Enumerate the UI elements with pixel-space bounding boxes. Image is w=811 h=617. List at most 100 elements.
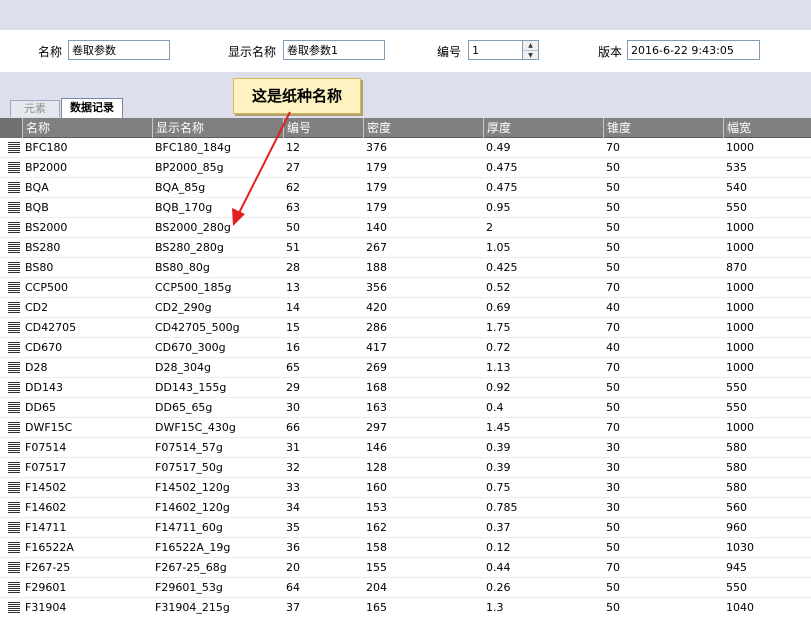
table-cell[interactable]: 204: [366, 578, 387, 598]
table-cell[interactable]: 50: [606, 178, 620, 198]
table-cell[interactable]: 163: [366, 398, 387, 418]
table-cell[interactable]: 179: [366, 158, 387, 178]
table-cell[interactable]: 580: [726, 478, 747, 498]
table-row[interactable]: BS2000 BS2000_280g 50 140 2 50 1000: [0, 218, 811, 238]
table-cell[interactable]: F14602: [25, 498, 66, 518]
table-row[interactable]: BQA BQA_85g 62 179 0.475 50 540: [0, 178, 811, 198]
table-cell[interactable]: 70: [606, 138, 620, 158]
table-cell[interactable]: 35: [286, 518, 300, 538]
table-row[interactable]: F14602 F14602_120g 34 153 0.785 30 560: [0, 498, 811, 518]
table-cell[interactable]: 1000: [726, 238, 754, 258]
table-cell[interactable]: 179: [366, 178, 387, 198]
table-cell[interactable]: 50: [606, 378, 620, 398]
table-row[interactable]: BQB BQB_170g 63 179 0.95 50 550: [0, 198, 811, 218]
table-cell[interactable]: 1000: [726, 358, 754, 378]
table-cell[interactable]: D28: [25, 358, 47, 378]
column-header-number[interactable]: 编号: [283, 118, 363, 138]
table-cell[interactable]: 36: [286, 538, 300, 558]
table-row[interactable]: BS280 BS280_280g 51 267 1.05 50 1000: [0, 238, 811, 258]
table-cell[interactable]: F267-25: [25, 558, 70, 578]
table-cell[interactable]: 376: [366, 138, 387, 158]
table-cell[interactable]: 1.13: [486, 358, 511, 378]
table-cell[interactable]: 29: [286, 378, 300, 398]
table-cell[interactable]: F07517: [25, 458, 66, 478]
number-input[interactable]: [468, 40, 523, 60]
table-cell[interactable]: 40: [606, 338, 620, 358]
table-cell[interactable]: F07514: [25, 438, 66, 458]
table-row[interactable]: F29601 F29601_53g 64 204 0.26 50 550: [0, 578, 811, 598]
table-cell[interactable]: F14711: [25, 518, 66, 538]
table-cell[interactable]: BS2000: [25, 218, 67, 238]
table-cell[interactable]: 0.39: [486, 438, 511, 458]
table-cell[interactable]: 0.95: [486, 198, 511, 218]
table-cell[interactable]: 1000: [726, 278, 754, 298]
table-cell[interactable]: CD2_290g: [155, 298, 212, 318]
table-cell[interactable]: 70: [606, 278, 620, 298]
table-cell[interactable]: BQB: [25, 198, 49, 218]
table-cell[interactable]: 0.785: [486, 498, 518, 518]
table-cell[interactable]: CD42705_500g: [155, 318, 240, 338]
table-cell[interactable]: DD65: [25, 398, 56, 418]
table-cell[interactable]: 1000: [726, 318, 754, 338]
table-cell[interactable]: 30: [606, 458, 620, 478]
table-cell[interactable]: 188: [366, 258, 387, 278]
table-row[interactable]: D28 D28_304g 65 269 1.13 70 1000: [0, 358, 811, 378]
table-cell[interactable]: 50: [606, 518, 620, 538]
table-cell[interactable]: CD670: [25, 338, 62, 358]
table-cell[interactable]: 269: [366, 358, 387, 378]
table-cell[interactable]: 51: [286, 238, 300, 258]
tab-data-records[interactable]: 数据记录: [61, 98, 123, 118]
table-cell[interactable]: F14502_120g: [155, 478, 230, 498]
table-cell[interactable]: 64: [286, 578, 300, 598]
column-header-thickness[interactable]: 厚度: [483, 118, 603, 138]
table-cell[interactable]: 945: [726, 558, 747, 578]
table-cell[interactable]: 550: [726, 198, 747, 218]
table-cell[interactable]: BS80_80g: [155, 258, 210, 278]
table-cell[interactable]: 0.44: [486, 558, 511, 578]
table-cell[interactable]: 50: [606, 578, 620, 598]
table-row[interactable]: F07517 F07517_50g 32 128 0.39 30 580: [0, 458, 811, 478]
table-cell[interactable]: BP2000: [25, 158, 67, 178]
table-cell[interactable]: 1000: [726, 298, 754, 318]
table-cell[interactable]: 140: [366, 218, 387, 238]
table-cell[interactable]: 70: [606, 358, 620, 378]
table-cell[interactable]: 34: [286, 498, 300, 518]
table-cell[interactable]: 146: [366, 438, 387, 458]
table-cell[interactable]: BQB_170g: [155, 198, 212, 218]
table-cell[interactable]: BS2000_280g: [155, 218, 231, 238]
table-cell[interactable]: F31904_215g: [155, 598, 230, 617]
column-header-display-name[interactable]: 显示名称: [152, 118, 283, 138]
table-cell[interactable]: 1040: [726, 598, 754, 617]
table-cell[interactable]: 37: [286, 598, 300, 617]
table-row[interactable]: CCP500 CCP500_185g 13 356 0.52 70 1000: [0, 278, 811, 298]
tab-elements[interactable]: 元素: [10, 100, 60, 117]
table-cell[interactable]: 0.72: [486, 338, 511, 358]
table-cell[interactable]: F31904: [25, 598, 66, 617]
table-cell[interactable]: 50: [606, 218, 620, 238]
table-cell[interactable]: 128: [366, 458, 387, 478]
table-cell[interactable]: 1030: [726, 538, 754, 558]
table-cell[interactable]: F267-25_68g: [155, 558, 227, 578]
table-cell[interactable]: 70: [606, 318, 620, 338]
table-cell[interactable]: 560: [726, 498, 747, 518]
table-cell[interactable]: 1000: [726, 218, 754, 238]
table-cell[interactable]: 580: [726, 438, 747, 458]
table-cell[interactable]: 1000: [726, 138, 754, 158]
table-cell[interactable]: D28_304g: [155, 358, 211, 378]
table-row[interactable]: F267-25 F267-25_68g 20 155 0.44 70 945: [0, 558, 811, 578]
table-cell[interactable]: 267: [366, 238, 387, 258]
table-row[interactable]: BP2000 BP2000_85g 27 179 0.475 50 535: [0, 158, 811, 178]
table-cell[interactable]: 15: [286, 318, 300, 338]
table-cell[interactable]: DWF15C_430g: [155, 418, 236, 438]
table-cell[interactable]: 1.05: [486, 238, 511, 258]
table-cell[interactable]: 0.39: [486, 458, 511, 478]
table-cell[interactable]: 12: [286, 138, 300, 158]
table-cell[interactable]: 20: [286, 558, 300, 578]
table-cell[interactable]: 65: [286, 358, 300, 378]
table-row[interactable]: DWF15C DWF15C_430g 66 297 1.45 70 1000: [0, 418, 811, 438]
table-cell[interactable]: 162: [366, 518, 387, 538]
table-cell[interactable]: F07514_57g: [155, 438, 223, 458]
table-cell[interactable]: 1.75: [486, 318, 511, 338]
table-cell[interactable]: CD42705: [25, 318, 76, 338]
table-cell[interactable]: 30: [606, 478, 620, 498]
